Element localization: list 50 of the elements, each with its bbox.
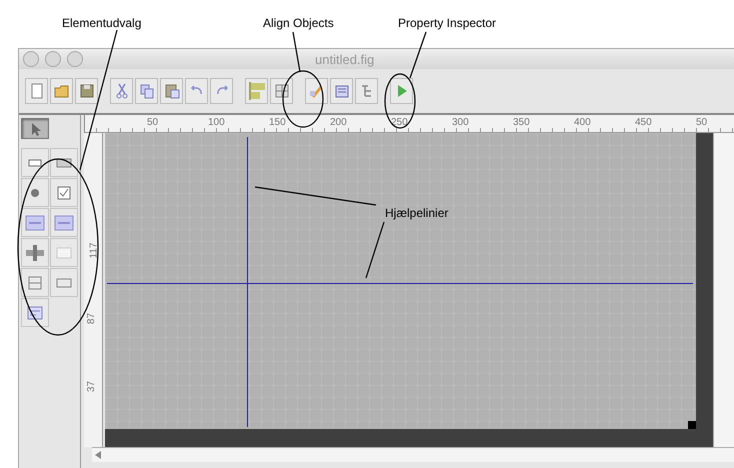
ruler-number: 350 — [513, 117, 530, 128]
tool-button[interactable] — [21, 268, 49, 297]
vertical-scrollbar[interactable] — [713, 133, 734, 447]
inspector-button[interactable] — [330, 78, 353, 104]
ruler-number: 100 — [208, 117, 225, 128]
ruler-number: 150 — [269, 117, 286, 128]
ruler-number: 300 — [452, 117, 469, 128]
tool-button[interactable] — [21, 178, 49, 207]
annotation-label: Property Inspector — [398, 16, 496, 30]
callout-ellipse — [384, 73, 416, 129]
undo-button[interactable] — [185, 78, 208, 104]
ruler-number: 400 — [574, 117, 591, 128]
copy-button[interactable] — [135, 78, 158, 104]
leader-line — [409, 32, 427, 78]
tool-button[interactable] — [21, 298, 49, 327]
ruler-number: 37 — [86, 380, 98, 392]
label-icon — [25, 212, 45, 232]
ruler-number: 117 — [88, 242, 100, 258]
resize-handle[interactable] — [688, 421, 696, 429]
minimize-button[interactable] — [45, 51, 61, 67]
annotation-label: Elementudvalg — [62, 16, 142, 30]
edit-button[interactable] — [305, 78, 328, 104]
ruler-number: 200 — [330, 117, 347, 128]
open-button[interactable] — [50, 78, 73, 104]
zoom-button[interactable] — [67, 51, 83, 67]
ruler-number: 87 — [86, 312, 98, 324]
scroll-left-arrow[interactable] — [95, 451, 101, 459]
grid-button[interactable] — [270, 78, 293, 104]
window-title: untitled.fig — [315, 52, 374, 66]
align-icon — [246, 81, 266, 101]
leader-line — [292, 32, 301, 72]
cut-button[interactable] — [110, 78, 133, 104]
tool-button[interactable] — [50, 148, 78, 177]
ruler-number: 450 — [635, 117, 652, 128]
close-button[interactable] — [23, 51, 39, 67]
leader-line — [365, 222, 385, 278]
annotation-label: Hjælpelinier — [385, 206, 448, 220]
annotation-label: Align Objects — [263, 16, 334, 30]
redo-button[interactable] — [210, 78, 233, 104]
label-icon — [54, 212, 74, 232]
horizontal-scrollbar[interactable] — [92, 447, 734, 462]
ruler-number: 50 — [696, 117, 708, 128]
run-button[interactable] — [390, 78, 413, 104]
ruler-number: 50 — [147, 117, 158, 128]
new-button[interactable] — [25, 78, 48, 104]
paste-button[interactable] — [160, 78, 183, 104]
tool-button[interactable] — [21, 148, 49, 177]
save-button[interactable] — [75, 78, 98, 104]
ruler-number: 250 — [391, 117, 408, 128]
hierarchy-button[interactable] — [355, 78, 378, 104]
